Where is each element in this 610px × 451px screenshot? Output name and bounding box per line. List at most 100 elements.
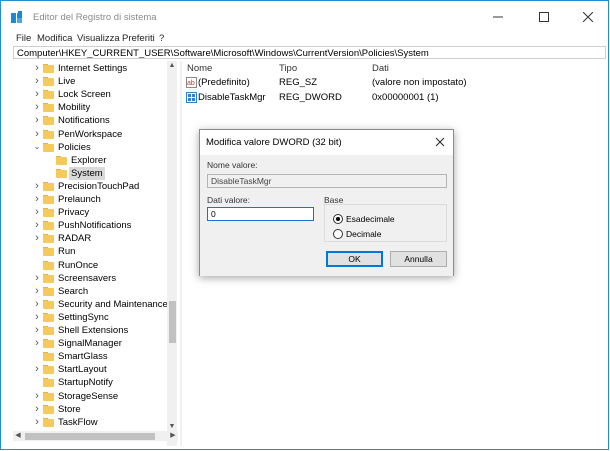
address-bar[interactable]: Computer\HKEY_CURRENT_USER\Software\Micr… — [13, 46, 606, 59]
chevron-right-icon[interactable]: › — [33, 115, 41, 126]
value-row[interactable]: ab (Predefinito) REG_SZ (valore non impo… — [183, 76, 607, 89]
tree-item-precisiontouchpad[interactable]: › PrecisionTouchPad — [13, 180, 178, 193]
tree-item-lock-screen[interactable]: › Lock Screen — [13, 88, 178, 101]
chevron-right-icon[interactable]: › — [33, 180, 41, 191]
tree-item-taskflow[interactable]: › TaskFlow — [13, 416, 178, 429]
chevron-right-icon[interactable]: › — [33, 76, 41, 87]
scroll-right-icon[interactable]: ▶ — [168, 431, 178, 441]
chevron-right-icon[interactable]: › — [33, 325, 41, 336]
chevron-down-icon[interactable]: ⌄ — [33, 142, 41, 152]
tree-item-label: SettingSync — [58, 311, 109, 323]
scroll-thumb-horizontal[interactable] — [25, 433, 155, 440]
value-name: DisableTaskMgr — [198, 92, 266, 103]
tree-item-security-and-maintenance[interactable]: › Security and Maintenance — [13, 298, 178, 311]
ok-button[interactable]: OK — [326, 251, 383, 267]
tree-item-startupnotify[interactable]: StartupNotify — [13, 376, 178, 389]
chevron-right-icon[interactable]: › — [33, 233, 41, 244]
tree-item-mobility[interactable]: › Mobility — [13, 101, 178, 114]
tree-item-storagesense[interactable]: › StorageSense — [13, 390, 178, 403]
folder-icon — [43, 195, 54, 204]
tree-item-screensavers[interactable]: › Screensavers — [13, 272, 178, 285]
tree-item-smartglass[interactable]: SmartGlass — [13, 350, 178, 363]
tree-item-internet-settings[interactable]: › Internet Settings — [13, 62, 178, 75]
tree-item-pushnotifications[interactable]: › PushNotifications — [13, 219, 178, 232]
scroll-up-icon[interactable]: ▲ — [167, 61, 177, 71]
chevron-right-icon[interactable]: › — [33, 272, 41, 283]
tree-item-settingsync[interactable]: › SettingSync — [13, 311, 178, 324]
tree-item-label: RunOnce — [58, 259, 99, 271]
chevron-right-icon[interactable]: › — [33, 102, 41, 113]
scroll-thumb[interactable] — [169, 301, 176, 343]
tree-item-label: PushNotifications — [58, 220, 132, 232]
dword-value-icon — [186, 92, 197, 103]
tree-item-search[interactable]: › Search — [13, 285, 178, 298]
tree-horizontal-scrollbar[interactable]: ◀ ▶ — [13, 431, 178, 441]
folder-icon — [43, 286, 54, 296]
scroll-left-icon[interactable]: ◀ — [13, 431, 23, 441]
tree-item-explorer[interactable]: Explorer — [13, 154, 178, 167]
chevron-right-icon[interactable]: › — [33, 298, 41, 309]
folder-icon — [43, 103, 54, 113]
tree-item-policies[interactable]: ⌄ Policies — [13, 141, 178, 154]
string-value-icon: ab — [186, 77, 197, 88]
chevron-right-icon[interactable]: › — [33, 390, 41, 401]
menu-preferiti[interactable]: Preferiti — [122, 33, 155, 44]
column-header-type[interactable]: Tipo — [279, 63, 297, 74]
menu-file[interactable]: File — [16, 33, 31, 44]
minimize-button[interactable] — [476, 1, 520, 33]
maximize-button[interactable] — [522, 1, 566, 33]
chevron-right-icon[interactable]: › — [33, 207, 41, 218]
value-row[interactable]: DisableTaskMgr REG_DWORD 0x00000001 (1) — [183, 91, 607, 104]
column-header-data[interactable]: Dati — [372, 63, 389, 74]
hexadecimal-label[interactable]: Esadecimale — [346, 214, 395, 224]
chevron-right-icon[interactable]: › — [33, 194, 41, 205]
tree-item-system[interactable]: System — [13, 166, 178, 180]
folder-icon — [43, 181, 54, 191]
chevron-right-icon[interactable]: › — [33, 89, 41, 100]
no-expander — [33, 260, 41, 270]
pane-splitter[interactable] — [180, 61, 182, 446]
dialog-close-button[interactable] — [430, 134, 450, 150]
chevron-right-icon[interactable]: › — [33, 128, 41, 139]
tree-item-startlayout[interactable]: › StartLayout — [13, 363, 178, 376]
tree-item-penworkspace[interactable]: › PenWorkspace — [13, 128, 178, 141]
chevron-right-icon[interactable]: › — [33, 338, 41, 349]
chevron-right-icon[interactable]: › — [33, 364, 41, 375]
cancel-button[interactable]: Annulla — [390, 251, 447, 267]
tree-item-run[interactable]: Run — [13, 245, 178, 258]
menu-help[interactable]: ? — [159, 33, 164, 44]
folder-icon — [43, 129, 54, 139]
tree-item-label: StartLayout — [58, 364, 107, 376]
chevron-right-icon[interactable]: › — [33, 403, 41, 414]
hexadecimal-radio[interactable] — [333, 214, 343, 224]
value-data-input[interactable]: 0 — [207, 207, 314, 221]
radio-selected-dot — [336, 217, 340, 221]
tree-item-shell-extensions[interactable]: › Shell Extensions — [13, 324, 178, 337]
tree-item-radar[interactable]: › RADAR — [13, 232, 178, 245]
column-header-name[interactable]: Nome — [187, 63, 212, 74]
tree-item-runonce[interactable]: RunOnce — [13, 259, 178, 272]
tree-item-label: StartupNotify — [58, 377, 113, 389]
title-bar[interactable]: Editor del Registro di sistema — [1, 1, 608, 33]
chevron-right-icon[interactable]: › — [33, 416, 41, 427]
folder-icon — [43, 391, 54, 401]
menu-modifica[interactable]: Modifica — [37, 33, 72, 44]
tree-item-signalmanager[interactable]: › SignalManager — [13, 337, 178, 350]
chevron-right-icon[interactable]: › — [33, 63, 41, 74]
tree-item-privacy[interactable]: › Privacy — [13, 206, 178, 219]
close-icon — [582, 11, 594, 23]
tree-item-prelaunch[interactable]: › Prelaunch — [13, 193, 178, 206]
decimal-radio[interactable] — [333, 229, 343, 239]
chevron-right-icon[interactable]: › — [33, 220, 41, 231]
decimal-label[interactable]: Decimale — [346, 229, 381, 239]
chevron-right-icon[interactable]: › — [33, 311, 41, 322]
folder-icon — [43, 378, 54, 388]
menu-visualizza[interactable]: Visualizza — [77, 33, 120, 44]
tree-item-live[interactable]: › Live — [13, 75, 178, 88]
tree-item-notifications[interactable]: › Notifications — [13, 114, 178, 127]
tree-item-store[interactable]: › Store — [13, 403, 178, 416]
chevron-right-icon[interactable]: › — [33, 285, 41, 296]
tree-vertical-scrollbar[interactable]: ▲ ▼ — [167, 61, 177, 446]
tree-item-label: PrecisionTouchPad — [58, 180, 140, 192]
close-window-button[interactable] — [566, 1, 610, 33]
